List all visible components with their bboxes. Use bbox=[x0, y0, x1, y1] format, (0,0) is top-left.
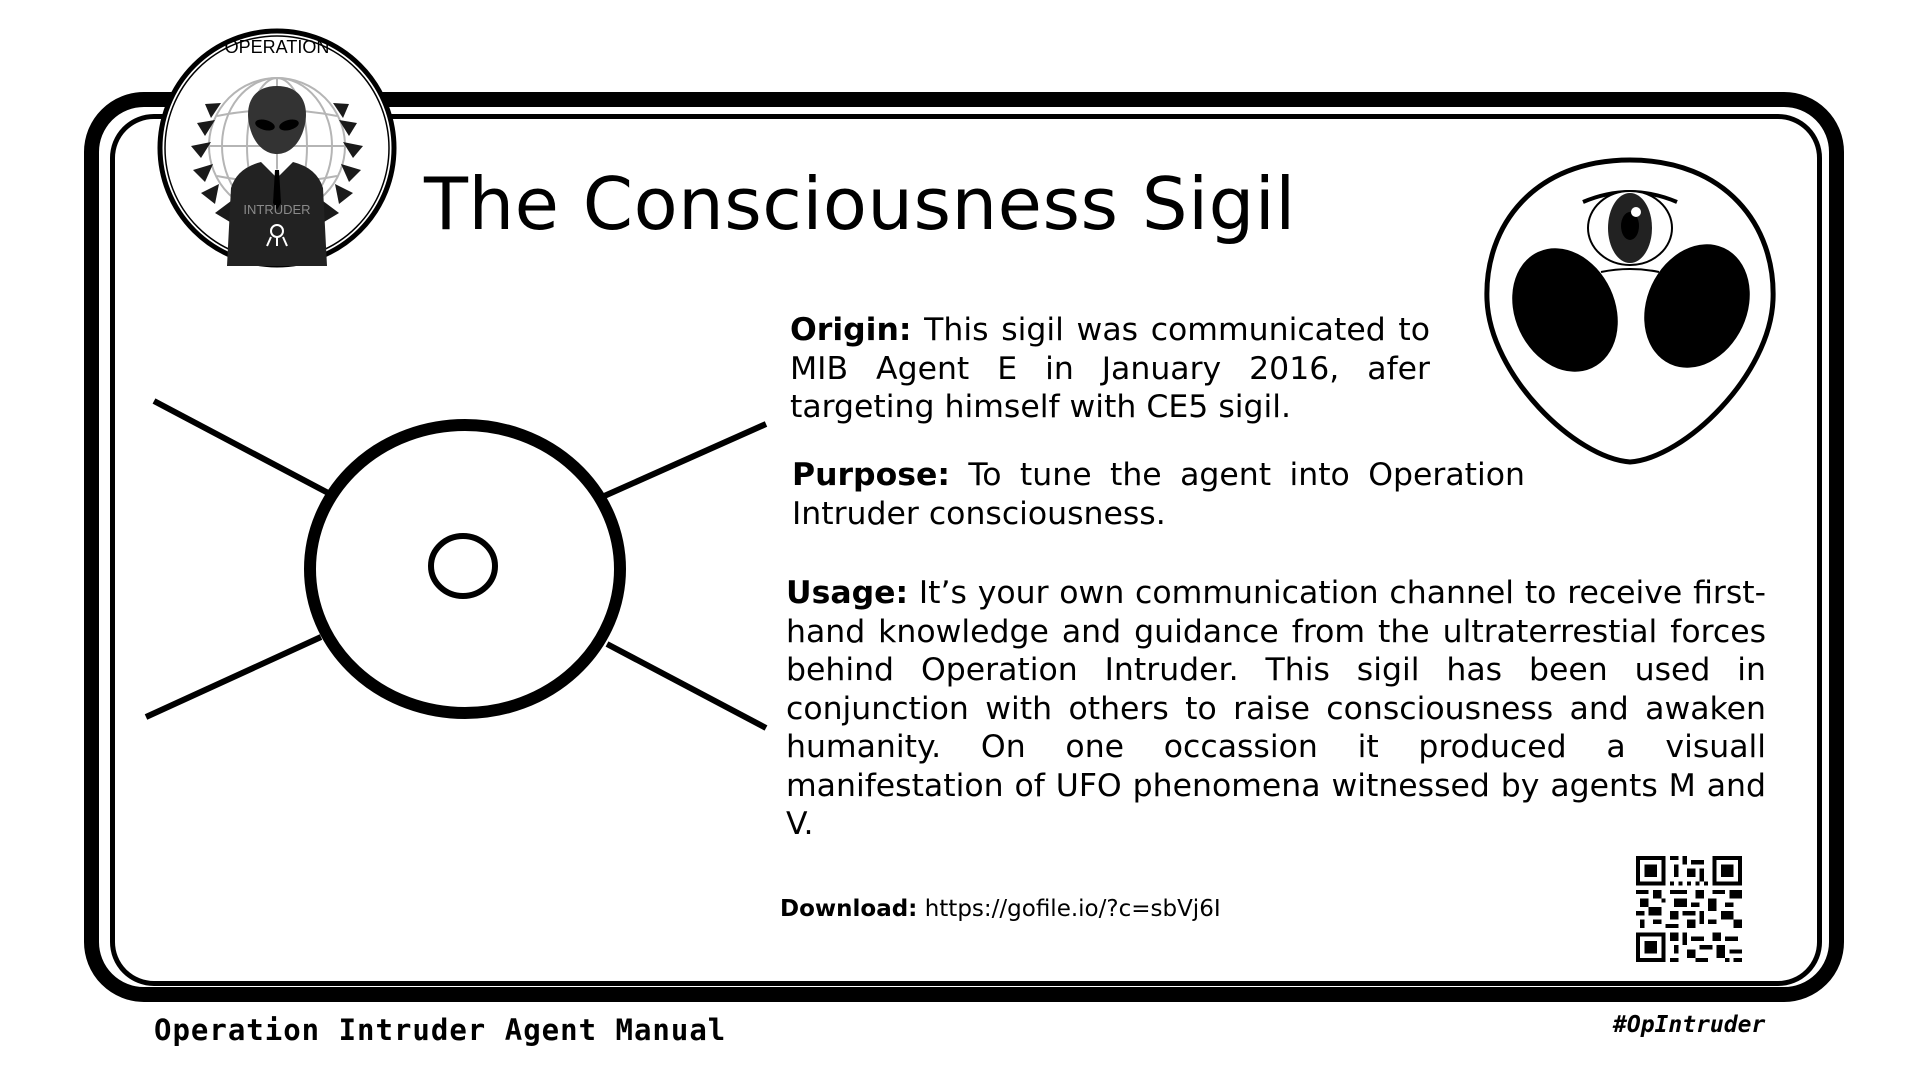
footer-manual-title: Operation Intruder Agent Manual bbox=[154, 1013, 727, 1047]
download-label: Download: bbox=[780, 896, 918, 922]
purpose-label: Purpose: bbox=[792, 457, 950, 493]
usage-text: It’s your own communication channel to r… bbox=[786, 575, 1766, 842]
alien-head-icon bbox=[1484, 157, 1776, 465]
footer-hashtag: #OpIntruder bbox=[1613, 1012, 1766, 1038]
qr-code-icon[interactable] bbox=[1636, 856, 1742, 962]
usage-label: Usage: bbox=[786, 575, 909, 611]
emblem-top-text: OPERATION bbox=[225, 37, 330, 57]
usage-paragraph: Usage: It’s your own communication chann… bbox=[786, 574, 1766, 844]
page-title: The Consciousness Sigil bbox=[424, 162, 1296, 246]
emblem-bottom-text: INTRUDER bbox=[243, 202, 310, 217]
download-link[interactable]: https://gofile.io/?c=sbVj6I bbox=[925, 896, 1221, 922]
consciousness-sigil-icon bbox=[144, 398, 768, 731]
origin-paragraph: Origin: This sigil was communicated to M… bbox=[790, 311, 1430, 427]
origin-label: Origin: bbox=[790, 312, 912, 348]
operation-intruder-emblem-icon: OPERATION INTRUDER bbox=[157, 28, 397, 268]
purpose-paragraph: Purpose: To tune the agent into Operatio… bbox=[792, 456, 1525, 533]
download-line: Download: https://gofile.io/?c=sbVj6I bbox=[780, 896, 1221, 922]
